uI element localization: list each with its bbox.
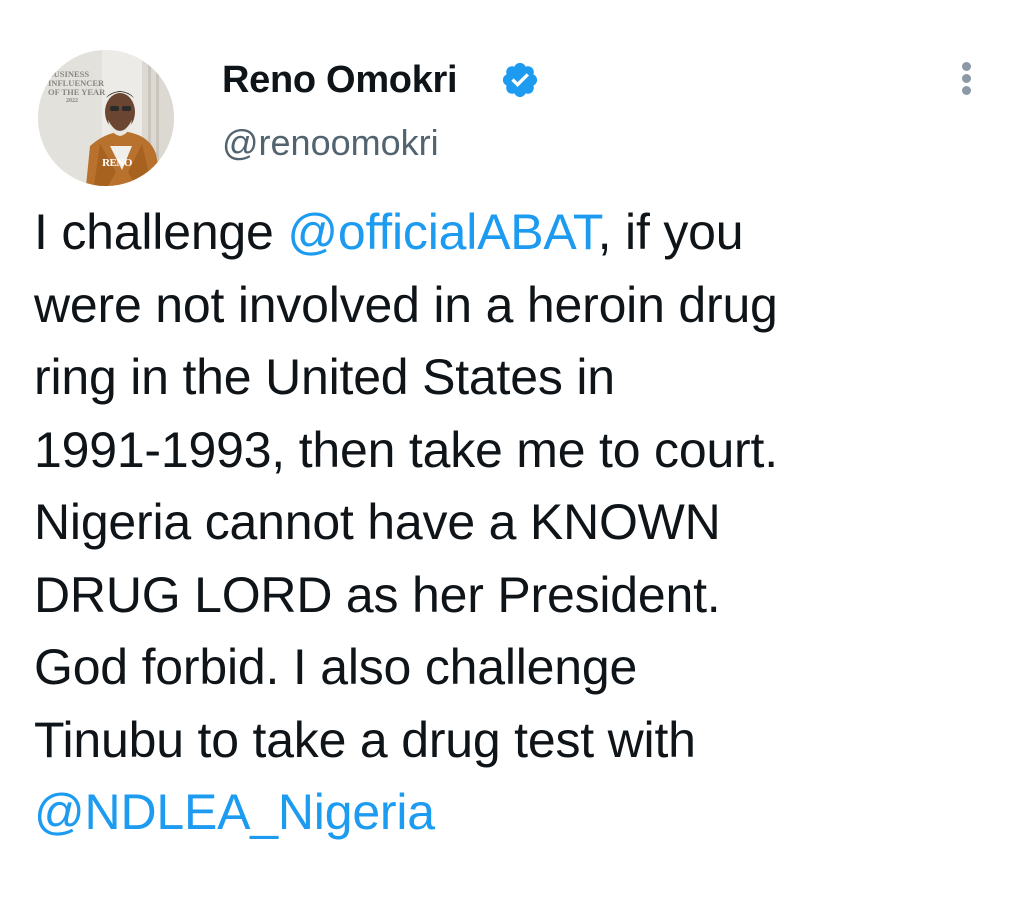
tweet-line-3: ring in the United States in bbox=[34, 349, 615, 405]
tweet-line-8: Tinubu to take a drug test with bbox=[34, 711, 696, 768]
tweet-line-9: @NDLEA_Nigeria bbox=[34, 776, 1004, 849]
avatar-logo: RENO bbox=[102, 157, 132, 169]
author-handle[interactable]: @renoomokri bbox=[222, 122, 439, 164]
tweet-line-1: I challenge @officialABAT, if you bbox=[34, 204, 744, 260]
author-display-name[interactable]: Reno Omokri bbox=[222, 58, 458, 102]
verified-badge-icon bbox=[502, 62, 538, 98]
tweet-line-6: DRUG LORD as her President. bbox=[34, 566, 721, 623]
mention-link-officialabat[interactable]: @officialABAT bbox=[287, 204, 598, 260]
tweet-line-5: Nigeria cannot have a KNOWN bbox=[34, 494, 721, 550]
tweet: BUSINESS INFLUENCER OF THE YEAR 2022 REN… bbox=[0, 0, 1024, 921]
mention-link-ndlea-nigeria[interactable]: @NDLEA_Nigeria bbox=[34, 784, 435, 840]
avatar-award-text: BUSINESS INFLUENCER OF THE YEAR 2022 bbox=[48, 69, 106, 105]
tweet-text: I challenge @officialABAT, if you were n… bbox=[34, 196, 1004, 849]
tweet-line-2: were not involved in a heroin drug bbox=[34, 276, 778, 333]
tweet-line-4: 1991-1993, then take me to court. bbox=[34, 421, 778, 478]
avatar[interactable]: BUSINESS INFLUENCER OF THE YEAR 2022 REN… bbox=[38, 50, 174, 186]
tweet-line-7: God forbid. I also challenge bbox=[34, 639, 638, 695]
more-options-icon[interactable] bbox=[950, 56, 984, 100]
